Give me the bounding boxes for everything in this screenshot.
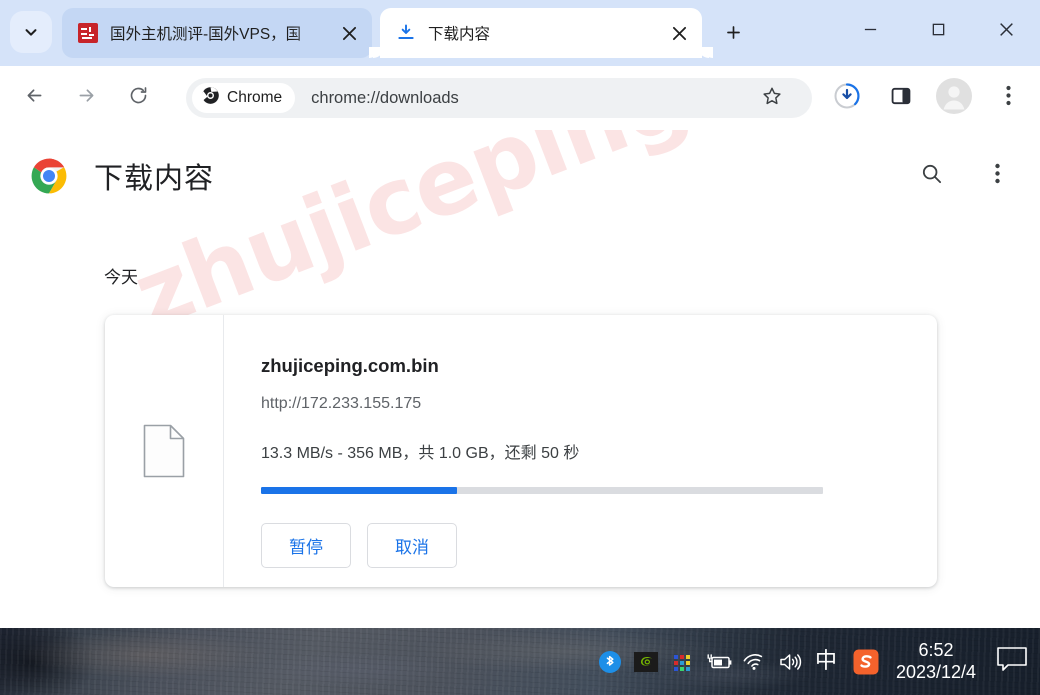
volume-icon[interactable] — [772, 628, 808, 695]
cancel-download-button[interactable]: 取消 — [367, 523, 457, 568]
downloads-page: zhujiceping.com 下载内容 今天 zhujiceping.com.… — [0, 130, 1040, 628]
download-file-icon-column — [105, 315, 224, 587]
url-text: chrome://downloads — [311, 88, 459, 107]
nvidia-icon[interactable] — [628, 628, 664, 695]
back-arrow-icon — [24, 85, 45, 111]
download-details: zhujiceping.com.bin http://172.233.155.1… — [224, 315, 937, 587]
window-controls — [836, 0, 1040, 58]
downloads-menu-button[interactable] — [976, 155, 1018, 197]
pause-download-button[interactable]: 暂停 — [261, 523, 351, 568]
clock-date: 2023/12/4 — [895, 661, 977, 682]
back-button[interactable] — [14, 78, 54, 118]
ime-label: 中 — [814, 648, 837, 674]
wifi-icon[interactable] — [736, 628, 772, 695]
three-dot-menu-icon — [994, 163, 1000, 189]
search-icon — [920, 162, 943, 190]
download-item-card[interactable]: zhujiceping.com.bin http://172.233.155.1… — [105, 315, 937, 587]
star-icon — [761, 85, 783, 112]
download-progress-fill — [261, 487, 457, 494]
windows-taskbar: 中 6:52 2023/12/4 — [0, 628, 1040, 695]
section-label-today: 今天 — [104, 268, 138, 287]
chrome-chip-label: Chrome — [227, 89, 283, 106]
side-panel-icon — [890, 85, 912, 112]
reload-button[interactable] — [118, 78, 158, 118]
tab-strip: 国外主机测评-国外VPS，国 下载内容 — [0, 0, 1040, 66]
download-progress-icon — [833, 82, 861, 115]
forward-arrow-icon — [76, 85, 97, 111]
new-tab-button[interactable] — [716, 18, 750, 52]
download-status-text: 13.3 MB/s - 356 MB，共 1.0 GB，还剩 50 秒 — [261, 445, 580, 462]
color-squares-icon[interactable] — [664, 628, 700, 695]
browser-toolbar: Chrome chrome://downloads — [0, 66, 1040, 130]
download-progress-bar — [261, 487, 823, 494]
avatar-icon — [935, 77, 973, 120]
chrome-glyph-icon — [201, 86, 220, 110]
close-icon[interactable] — [336, 20, 362, 46]
browser-window: 国外主机测评-国外VPS，国 下载内容 Chrome chrome://down… — [0, 0, 1040, 695]
tab-site[interactable]: 国外主机测评-国外VPS，国 — [62, 8, 372, 58]
download-actions: 暂停 取消 — [261, 523, 907, 568]
forward-button[interactable] — [66, 78, 106, 118]
chrome-chip[interactable]: Chrome — [192, 83, 296, 113]
downloads-button[interactable] — [827, 78, 867, 118]
profile-button[interactable] — [934, 77, 974, 120]
tab-search-button[interactable] — [10, 11, 52, 53]
close-window-button[interactable] — [972, 0, 1040, 58]
three-dot-menu-icon — [1005, 85, 1011, 111]
address-bar[interactable]: Chrome chrome://downloads — [186, 78, 812, 118]
ime-chinese-icon[interactable]: 中 — [808, 628, 844, 695]
tab-title: 国外主机测评-国外VPS，国 — [110, 26, 302, 43]
bookmark-button[interactable] — [748, 78, 796, 118]
sogou-icon[interactable] — [844, 628, 888, 695]
chevron-down-icon — [22, 23, 40, 41]
taskbar-clock[interactable]: 6:52 2023/12/4 — [888, 628, 984, 695]
system-tray: 中 6:52 2023/12/4 — [592, 628, 1040, 695]
chrome-logo — [30, 157, 68, 195]
search-downloads-button[interactable] — [910, 155, 952, 197]
download-icon — [396, 23, 416, 43]
clock-time: 6:52 — [918, 640, 954, 661]
maximize-window-button[interactable] — [904, 0, 972, 58]
tab-title: 下载内容 — [428, 26, 491, 43]
seal-favicon — [78, 23, 98, 43]
tab-downloads[interactable]: 下载内容 — [369, 8, 713, 58]
download-source-url: http://172.233.155.175 — [261, 395, 422, 412]
side-panel-button[interactable] — [881, 78, 921, 118]
minimize-window-button[interactable] — [836, 0, 904, 58]
downloads-header: 下载内容 — [0, 130, 1040, 222]
notification-center-button[interactable] — [984, 628, 1040, 695]
plus-icon — [724, 23, 743, 47]
download-filename[interactable]: zhujiceping.com.bin — [261, 355, 907, 377]
close-icon[interactable] — [666, 20, 692, 46]
browser-menu-button[interactable] — [988, 78, 1028, 118]
bluetooth-icon[interactable] — [592, 628, 628, 695]
page-title: 下载内容 — [94, 163, 215, 195]
reload-icon — [128, 85, 149, 111]
battery-charging-icon[interactable] — [700, 628, 736, 695]
notification-icon — [996, 645, 1028, 678]
generic-file-icon — [142, 423, 186, 479]
